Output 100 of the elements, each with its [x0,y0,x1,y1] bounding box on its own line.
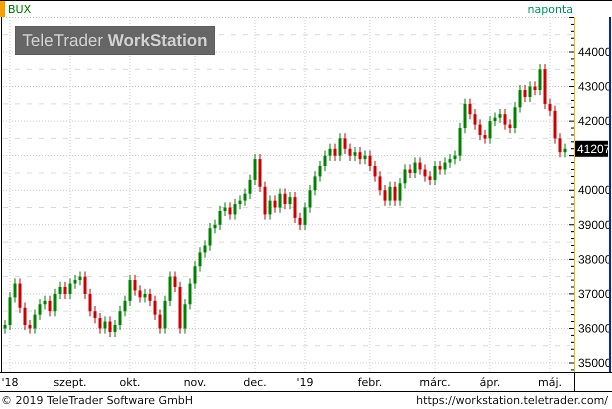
candle [398,178,402,206]
candle [168,270,172,306]
candle [538,64,542,96]
candle [34,308,36,334]
candle [444,156,446,176]
candle [234,198,236,220]
candle [294,191,296,224]
axis-label: okt. [120,376,140,389]
candle [124,295,126,317]
candle [154,295,156,320]
candle [418,156,422,176]
candle [98,312,102,334]
candle [374,160,376,182]
url-link[interactable]: https://workstation.teletrader.com/ [416,394,608,407]
candle [84,270,86,300]
candle [44,295,46,310]
candle [24,302,26,331]
candle [304,202,306,230]
candle [504,108,506,130]
candle [88,288,92,317]
candle [528,80,532,103]
axis-label: nov. [184,376,206,389]
axis-label: ápr. [480,376,500,389]
candle [318,160,322,182]
candle [238,194,242,210]
candle [298,212,302,230]
axis-label: dec. [243,376,267,389]
candle [358,146,362,165]
candle [448,153,452,168]
candle [18,278,22,314]
candle [48,295,52,317]
candle [204,240,206,258]
candle [488,115,492,144]
candle [114,319,116,338]
last-price-label: 41207 [575,140,610,157]
candle [348,143,352,162]
candle [454,150,456,165]
candle [184,298,186,334]
candle [38,298,42,320]
candle [414,156,416,179]
candle [434,160,436,186]
candle [554,105,556,144]
candle [428,170,432,186]
candle [334,143,336,162]
candle [144,288,146,304]
candle [94,306,96,324]
candle [58,281,62,300]
candle [118,306,122,331]
axis-label: szept. [53,376,87,389]
candle [244,188,246,206]
axis-label: márc. [419,376,451,389]
candle [498,108,502,124]
candle [544,64,546,110]
candle [408,164,412,179]
axis-label: máj. [538,376,562,389]
candle [158,308,162,334]
candle [138,284,142,304]
candle [354,146,356,162]
candle [384,184,386,206]
candle [188,278,192,310]
candle [8,292,12,331]
candle [404,164,406,189]
candle [74,274,76,290]
candle [494,112,496,127]
candle [78,270,82,286]
candle [264,181,266,220]
candle [14,278,16,304]
candle [468,98,472,120]
candle [68,278,72,300]
candle [198,246,202,272]
candle [194,260,196,290]
candle [364,150,366,165]
candle [394,181,396,206]
candle [178,281,182,334]
candle [368,150,372,172]
logo-watermark: TeleTrader WorkStation [15,26,215,55]
candle [4,319,6,334]
candle [278,188,282,214]
candle [64,281,66,300]
candle [518,84,522,113]
candle [268,194,272,220]
candle [328,143,332,162]
candle [548,98,552,116]
candle [478,118,482,141]
candle [174,270,176,293]
candle [108,316,112,338]
candle [284,188,286,210]
candle [254,153,256,186]
candle [248,174,252,200]
candle [128,274,132,306]
candle [164,295,166,334]
candle [508,118,512,134]
symbol-label: BUX [8,2,32,16]
candle [338,132,342,162]
candle [218,205,222,230]
candle [558,132,562,158]
candle [564,143,566,158]
candle [474,108,476,130]
candle [484,129,486,144]
candle [308,184,312,214]
